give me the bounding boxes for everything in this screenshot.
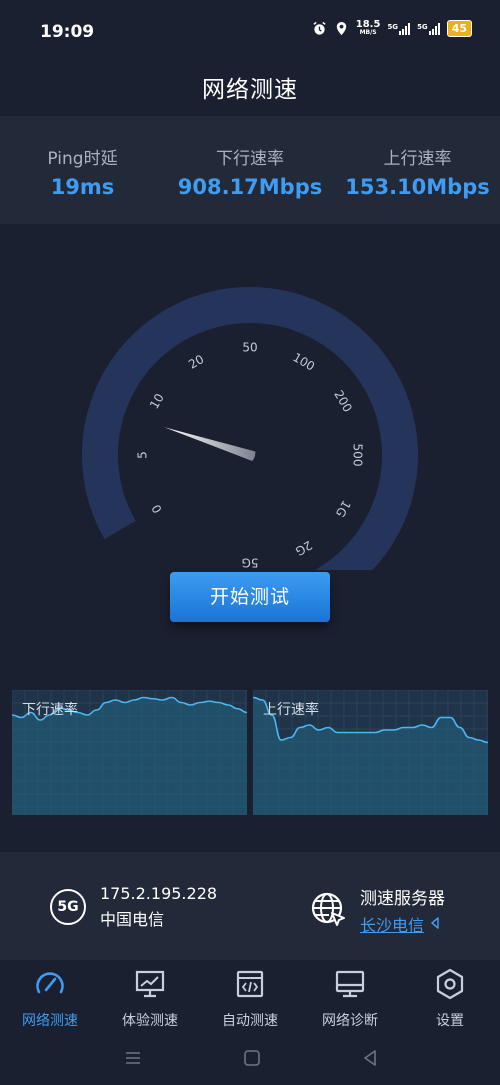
tab-network-diagnosis[interactable]: 网络诊断: [300, 968, 400, 1030]
ip-address: 175.2.195.228: [100, 884, 218, 903]
sim1-type: 5G: [387, 22, 399, 31]
server-info[interactable]: 测速服务器 长沙电信: [310, 884, 445, 936]
download-chart-label: 下行速率: [22, 702, 78, 718]
ping-value: 19ms: [50, 175, 115, 199]
system-nav-bar: [0, 1032, 500, 1085]
download-value: 908.17Mbps: [177, 175, 323, 199]
gauge-tick-label: 1G: [333, 498, 354, 520]
gauge-tick-label: 10: [147, 391, 167, 411]
gauge-tick-label: 50: [242, 341, 257, 355]
tab-experience-test[interactable]: 体验测速: [100, 968, 200, 1030]
upload-chart: 上行速率: [252, 689, 489, 815]
gauge-tick-label: 20: [186, 352, 206, 372]
network-speed-unit: MB/S: [359, 28, 377, 36]
home-icon[interactable]: [242, 1048, 262, 1068]
start-test-button[interactable]: 开始测试: [170, 572, 330, 622]
menu-icon[interactable]: [123, 1048, 143, 1068]
globe-cursor-icon: [311, 892, 345, 926]
upload-stat: 上行速率 153.10Mbps: [340, 144, 495, 199]
gauge-tick-label: 5: [136, 451, 150, 459]
sim2-type: 5G: [417, 22, 428, 31]
server-title: 测速服务器: [360, 889, 445, 909]
tab-auto-test[interactable]: 自动测速: [200, 968, 300, 1030]
tab-speed-test[interactable]: 网络测速: [0, 968, 100, 1030]
signal-bars-icon: [428, 22, 440, 35]
ping-label: Ping时延: [47, 149, 118, 169]
network-info-panel: 5G 175.2.195.228 中国电信 测速服务器 长沙电信: [0, 852, 500, 960]
upload-chart-label: 上行速率: [263, 702, 319, 718]
tab-label: 网络测速: [22, 1013, 78, 1029]
battery-level: 45: [446, 20, 472, 37]
back-icon[interactable]: [360, 1048, 380, 1068]
location-icon: [336, 21, 346, 36]
gauge-tick-label: 100: [290, 350, 317, 374]
status-icons: 18.5 MB/S 5G 5G 45: [312, 18, 472, 37]
gauge-tick-label: 200: [331, 388, 355, 415]
isp-name: 中国电信: [100, 910, 165, 929]
gauge-tick-label: 0: [149, 502, 165, 516]
monitor-chart-icon: [135, 970, 165, 998]
tab-settings[interactable]: 设置: [400, 968, 500, 1030]
server-location-link[interactable]: 长沙电信: [360, 912, 424, 936]
download-stat: 下行速率 908.17Mbps: [170, 144, 330, 199]
network-type-badge: 5G: [50, 889, 86, 925]
upload-value: 153.10Mbps: [345, 175, 490, 199]
status-time: 19:09: [40, 22, 95, 42]
sim1-signal: 5G: [387, 22, 411, 35]
tab-label: 自动测速: [222, 1013, 278, 1029]
alarm-icon: [313, 21, 326, 35]
signal-bars-icon: [399, 22, 411, 35]
page-title: 网络测速: [202, 77, 298, 103]
network-speed-value: 18.5: [355, 18, 381, 30]
sim2-signal: 5G: [417, 22, 440, 35]
gauge-tick-label: 500: [351, 444, 365, 467]
status-bar: 19:09 18.5 MB/S 5G 5G 45: [0, 0, 500, 64]
speed-gauge: 0 5 10 20 50 100 200 500 1G 2G 5G: [82, 287, 418, 570]
ip-info: 5G 175.2.195.228 中国电信: [50, 884, 217, 930]
gauge-tick-label: 5G: [242, 556, 259, 570]
download-chart: 下行速率: [11, 689, 248, 815]
settings-hexagon-icon: [436, 968, 464, 1000]
desktop-icon: [335, 970, 365, 998]
upload-label: 上行速率: [383, 149, 452, 169]
gauge-tick-label: 2G: [293, 538, 315, 559]
bottom-tab-bar: 网络测速 体验测速 自动测速 网络诊断 设置: [0, 960, 500, 1032]
tab-label: 网络诊断: [322, 1013, 378, 1029]
gauge-needle: [164, 427, 256, 461]
stats-panel: Ping时延 19ms 下行速率 908.17Mbps 上行速率 153.10M…: [0, 116, 500, 224]
ping-stat: Ping时延 19ms: [20, 144, 145, 199]
download-label: 下行速率: [216, 149, 284, 169]
tab-label: 设置: [436, 1013, 464, 1029]
caret-left-icon[interactable]: [429, 916, 441, 929]
network-speed: 18.5 MB/S: [355, 18, 381, 37]
speedometer-icon: [36, 972, 64, 994]
tab-label: 体验测速: [122, 1013, 178, 1029]
code-window-icon: [236, 970, 264, 998]
